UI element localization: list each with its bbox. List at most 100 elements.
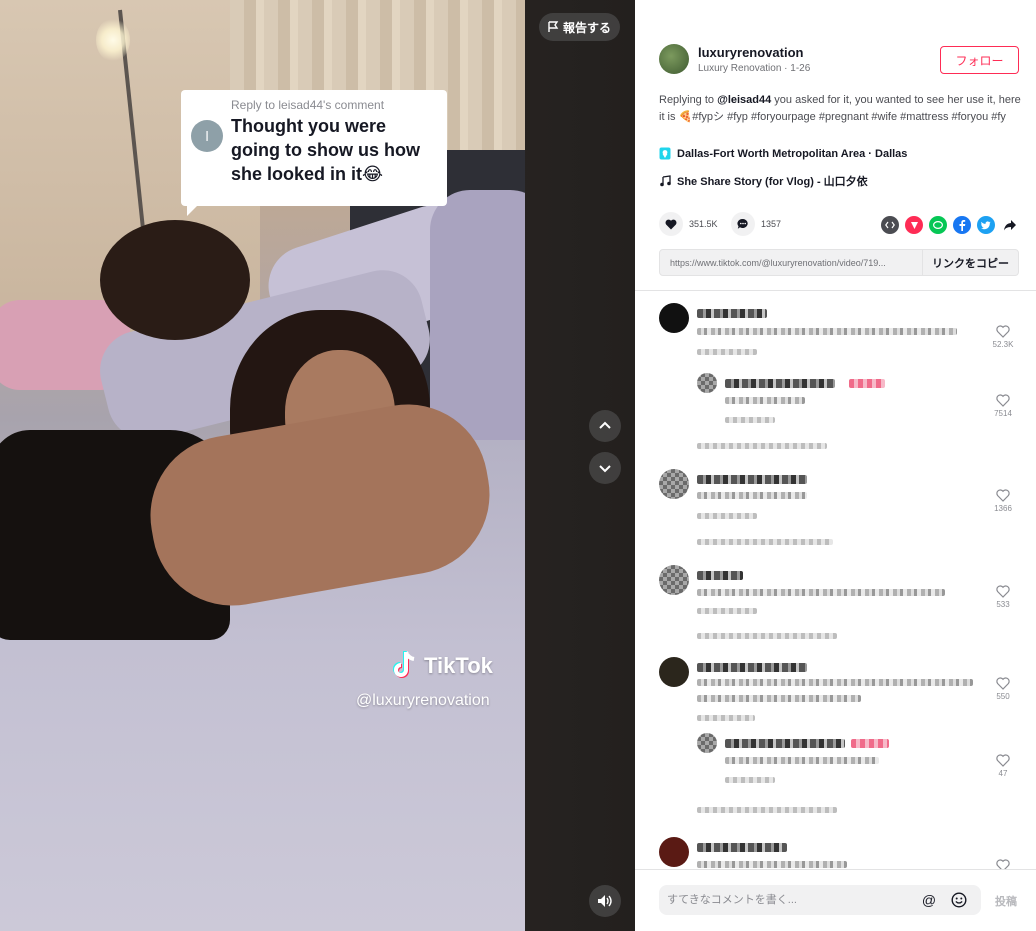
comment-author[interactable] (697, 843, 787, 852)
location-pin-icon (659, 147, 671, 160)
author-username[interactable]: luxuryrenovation (698, 45, 803, 60)
author-avatar[interactable] (659, 44, 689, 74)
video-caption: Replying to @leisad44 you asked for it, … (659, 92, 1021, 125)
comment-count: 1357 (761, 219, 782, 229)
emoji-icon[interactable] (951, 892, 967, 908)
heart-outline-icon (996, 754, 1010, 767)
comment-like-count: 1366 (994, 504, 1012, 513)
share-link-box: https://www.tiktok.com/@luxuryrenovation… (659, 249, 1019, 276)
flag-icon (548, 21, 559, 32)
reply-header: Reply to leisad44's comment (231, 98, 385, 112)
scene-lamp-bulb (96, 18, 130, 62)
video-player[interactable]: Reply to leisad44's comment l Thought yo… (0, 0, 635, 931)
comment-meta (697, 349, 757, 355)
comment-text (697, 328, 957, 335)
comment-meta (697, 608, 757, 614)
reply-avatar: l (191, 120, 223, 152)
comment-avatar[interactable] (659, 837, 689, 867)
report-button[interactable]: 報告する (539, 13, 620, 41)
like-count: 351.5K (689, 219, 718, 229)
reply-like-button[interactable]: 7514 (983, 394, 1023, 418)
comment-item: 550 47 (635, 657, 1036, 827)
previous-video-button[interactable] (589, 410, 621, 442)
comment-like-button[interactable]: 52.3K (983, 325, 1023, 349)
comment-input-box[interactable]: @ (659, 885, 981, 915)
follow-button[interactable]: フォロー (940, 46, 1019, 74)
comment-item: 52.3K 7514 (635, 291, 1036, 451)
comment-bubble-icon (737, 218, 748, 229)
tiktok-wordmark: TikTok (424, 653, 493, 678)
reply-author[interactable] (725, 379, 835, 388)
report-label: 報告する (562, 20, 611, 35)
location-label: Dallas-Fort Worth Metropolitan Area · Da… (677, 147, 908, 160)
location-tag[interactable]: Dallas-Fort Worth Metropolitan Area · Da… (659, 147, 907, 160)
creator-badge (851, 739, 889, 748)
comment-item: 533 (635, 565, 1036, 645)
reply-meta (725, 417, 775, 423)
comment-avatar[interactable] (659, 657, 689, 687)
comment-like-button[interactable]: 533 (983, 585, 1023, 609)
heart-outline-icon (996, 489, 1010, 502)
view-replies-link[interactable] (697, 807, 837, 813)
comments-list[interactable]: 52.3K 7514 1366 533 550 47 (635, 291, 1036, 869)
reply-author[interactable] (725, 739, 845, 748)
mention-icon[interactable]: @ (921, 892, 937, 908)
comment-text (697, 679, 973, 686)
tiktok-note-icon (393, 651, 415, 678)
line-icon[interactable] (929, 216, 947, 234)
music-note-icon (660, 175, 671, 187)
watermark-handle: @luxuryrenovation (356, 692, 490, 709)
speaker-icon (598, 895, 612, 907)
twitter-icon[interactable] (977, 216, 995, 234)
facebook-icon[interactable] (953, 216, 971, 234)
volume-button[interactable] (589, 885, 621, 917)
engagement-row: 351.5K 1357 (659, 212, 1021, 238)
share-arrow-icon[interactable] (1001, 216, 1019, 234)
comment-meta (697, 715, 755, 721)
post-comment-button[interactable]: 投稿 (995, 893, 1017, 909)
comment-text (697, 861, 847, 868)
author-subtitle: Luxury Renovation · 1-26 (698, 63, 810, 74)
copy-link-button[interactable]: リンクをコピー (922, 250, 1018, 275)
comment-like-button[interactable] (983, 859, 1023, 869)
send-to-friends-icon[interactable] (905, 216, 923, 234)
comment-like-button[interactable]: 550 (983, 677, 1023, 701)
comment-like-button[interactable]: 1366 (983, 489, 1023, 513)
heart-outline-icon (996, 394, 1010, 407)
reply-avatar[interactable] (697, 373, 717, 393)
reply-avatar[interactable] (697, 733, 717, 753)
comment-text (697, 695, 861, 702)
caption-mention-link[interactable]: @leisad44 (717, 94, 771, 106)
comment-item (635, 837, 1036, 869)
share-link-url[interactable]: https://www.tiktok.com/@luxuryrenovation… (670, 258, 915, 268)
comment-author[interactable] (697, 309, 767, 318)
reply-like-count: 47 (998, 769, 1008, 778)
reply-comment-sticker: Reply to leisad44's comment l Thought yo… (181, 90, 447, 216)
embed-icon[interactable] (881, 216, 899, 234)
view-replies-link[interactable] (697, 539, 833, 545)
comment-item: 1366 (635, 469, 1036, 549)
comment-avatar[interactable] (659, 469, 689, 499)
chevron-down-icon (599, 465, 611, 473)
music-tag[interactable]: She Share Story (for Vlog) - 山口夕依 (659, 173, 868, 189)
post-date: 1-26 (790, 63, 811, 74)
reply-meta (725, 777, 775, 783)
comment-button[interactable] (731, 212, 755, 236)
reply-like-button[interactable]: 47 (983, 754, 1023, 778)
video-frame[interactable]: Reply to leisad44's comment l Thought yo… (0, 0, 525, 931)
reply-text (725, 757, 879, 764)
comment-author[interactable] (697, 571, 743, 580)
next-video-button[interactable] (589, 452, 621, 484)
view-replies-link[interactable] (697, 443, 827, 449)
comment-stat[interactable]: 1357 (731, 212, 781, 236)
like-button[interactable] (659, 212, 683, 236)
comment-like-count: 52.3K (992, 340, 1014, 349)
like-stat[interactable]: 351.5K (659, 212, 718, 236)
comment-author[interactable] (697, 475, 807, 484)
comment-input[interactable] (667, 885, 917, 915)
comment-avatar[interactable] (659, 565, 689, 595)
comment-author[interactable] (697, 663, 807, 672)
caption-prefix: Replying to (659, 94, 718, 106)
view-replies-link[interactable] (697, 633, 837, 639)
comment-avatar[interactable] (659, 303, 689, 333)
